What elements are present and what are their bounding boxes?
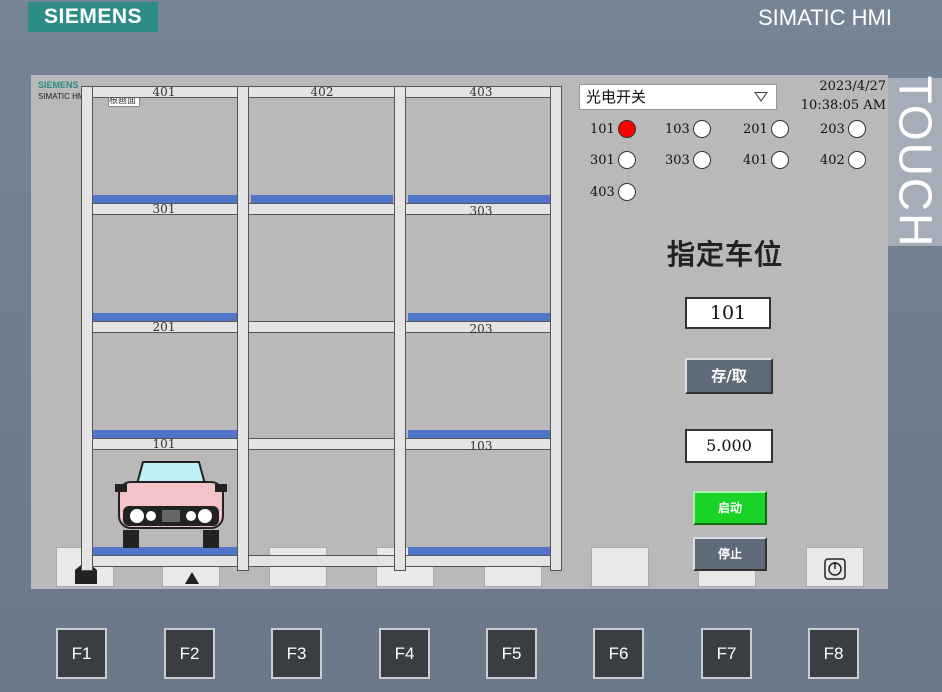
selector-value: 光电开关 xyxy=(586,88,647,106)
indicator-light-icon xyxy=(692,151,711,169)
slot-number-input[interactable]: 101 xyxy=(685,297,771,329)
power-icon xyxy=(824,558,846,580)
sensor-101: 101 xyxy=(590,120,636,138)
f5-key[interactable]: F5 xyxy=(486,628,537,679)
chevron-down-icon xyxy=(754,92,768,102)
screen-subtitle: SIMATIC HMI xyxy=(38,92,87,101)
slot-label-101: 101 xyxy=(152,437,176,451)
indicator-light-icon xyxy=(770,120,789,138)
f8-key[interactable]: F8 xyxy=(808,628,859,679)
slot-label-203: 203 xyxy=(469,322,493,336)
f7-key[interactable]: F7 xyxy=(701,628,752,679)
sensor-201: 201 xyxy=(743,120,789,138)
signal-selector-dropdown[interactable]: 光电开关 xyxy=(579,84,777,110)
f6-key[interactable]: F6 xyxy=(593,628,644,679)
slot-label-403: 403 xyxy=(469,85,493,99)
indicator-light-icon xyxy=(617,183,636,201)
sensor-103: 103 xyxy=(665,120,711,138)
platform-ground-right xyxy=(408,547,550,555)
stop-button[interactable]: 停止 xyxy=(693,537,767,571)
softkey-3[interactable] xyxy=(269,547,327,587)
store-retrieve-button[interactable]: 存/取 xyxy=(685,358,773,394)
sensor-401: 401 xyxy=(743,151,789,169)
platform-303 xyxy=(408,195,550,203)
column-3 xyxy=(394,86,406,571)
f1-key[interactable]: F1 xyxy=(56,628,107,679)
speed-value-input[interactable]: 5.000 xyxy=(685,429,773,463)
platform-302 xyxy=(251,195,393,203)
sensor-403: 403 xyxy=(590,183,636,201)
slot-label-303: 303 xyxy=(469,204,493,218)
indicator-light-icon xyxy=(847,120,866,138)
indicator-light-icon xyxy=(847,151,866,169)
column-2 xyxy=(237,86,249,571)
siemens-logo: SIEMENS xyxy=(28,2,158,32)
f2-key[interactable]: F2 xyxy=(164,628,215,679)
indicator-light-icon xyxy=(770,151,789,169)
sensor-402: 402 xyxy=(820,151,866,169)
target-slot-heading: 指定车位 xyxy=(667,238,784,271)
f4-key[interactable]: F4 xyxy=(379,628,430,679)
beam-ground xyxy=(86,555,556,567)
power-softkey[interactable] xyxy=(806,547,864,587)
time-display: 10:38:05 AM xyxy=(800,98,886,113)
column-4 xyxy=(550,86,562,571)
indicator-light-icon xyxy=(617,120,636,138)
indicator-light-icon xyxy=(617,151,636,169)
indicator-light-icon xyxy=(692,120,711,138)
sensor-203: 203 xyxy=(820,120,866,138)
simatic-hmi-label: SIMATIC HMI xyxy=(757,5,892,30)
softkey-6[interactable] xyxy=(591,547,649,587)
hmi-screen: SIEMENS SIMATIC HMI 根画面 401 402 403 301 … xyxy=(31,75,888,589)
platform-103 xyxy=(408,430,550,438)
car-icon xyxy=(115,461,227,548)
touch-side-label: TOUCH xyxy=(888,75,942,249)
start-button[interactable]: 启动 xyxy=(693,491,767,525)
date-display: 2023/4/27 xyxy=(819,79,886,94)
slot-label-103: 103 xyxy=(469,439,493,453)
column-1 xyxy=(81,86,93,571)
slot-label-301: 301 xyxy=(152,202,176,216)
slot-label-401: 401 xyxy=(152,85,176,99)
f3-key[interactable]: F3 xyxy=(271,628,322,679)
sensor-301: 301 xyxy=(590,151,636,169)
slot-label-201: 201 xyxy=(152,320,176,334)
screen-brand: SIEMENS xyxy=(38,80,79,90)
slot-label-402: 402 xyxy=(310,85,334,99)
platform-203 xyxy=(408,313,550,321)
sensor-303: 303 xyxy=(665,151,711,169)
